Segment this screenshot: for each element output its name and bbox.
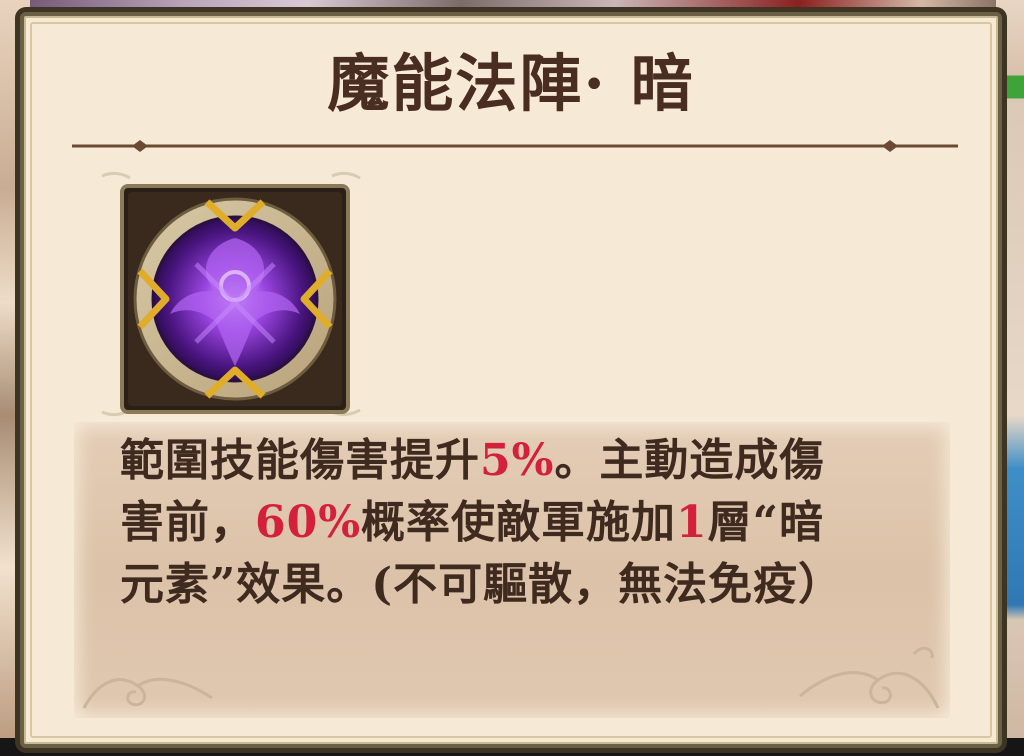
desc-segment: 概率使敵軍施加 [361, 497, 677, 548]
skill-description: 範圍技能傷害提升5%。主動造成傷害前，60%概率使敵軍施加1層“暗元素”效果。(… [120, 430, 860, 616]
dark-magic-array-icon [101, 171, 361, 417]
skill-title: 魔能法陣· 暗 [327, 47, 695, 120]
skill-info-popup[interactable]: 魔能法陣· 暗 [20, 12, 1002, 748]
desc-highlight-value: 1 [676, 497, 708, 548]
ornament-flourish-right [799, 646, 940, 709]
desc-highlight-value: 60% [255, 497, 362, 548]
desc-highlight-value: 5% [480, 435, 555, 486]
desc-segment: 範圍技能傷害提升 [120, 435, 480, 486]
ornament-flourish-left [82, 677, 213, 709]
title-divider [72, 140, 958, 152]
